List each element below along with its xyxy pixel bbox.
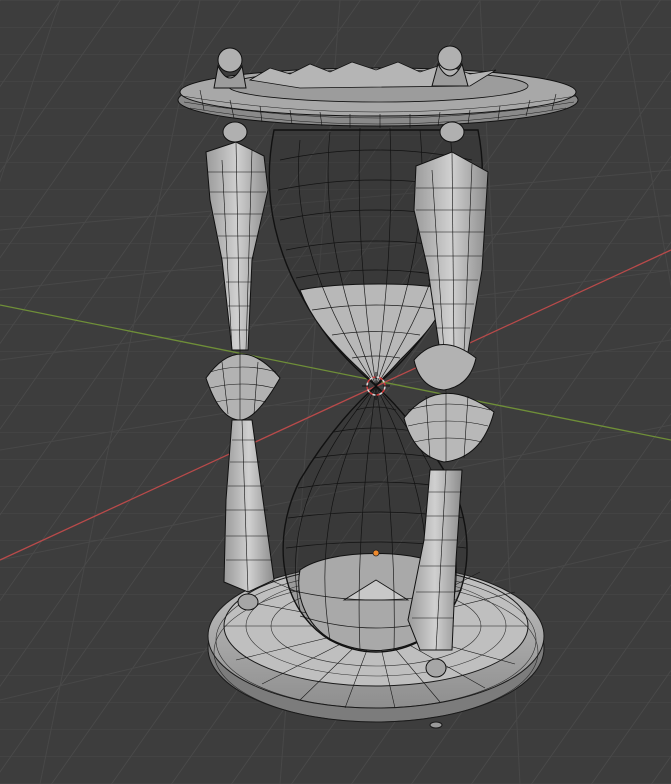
object-origin-dot (372, 549, 380, 557)
3d-viewport[interactable] (0, 0, 671, 784)
viewport-canvas[interactable] (0, 0, 671, 784)
